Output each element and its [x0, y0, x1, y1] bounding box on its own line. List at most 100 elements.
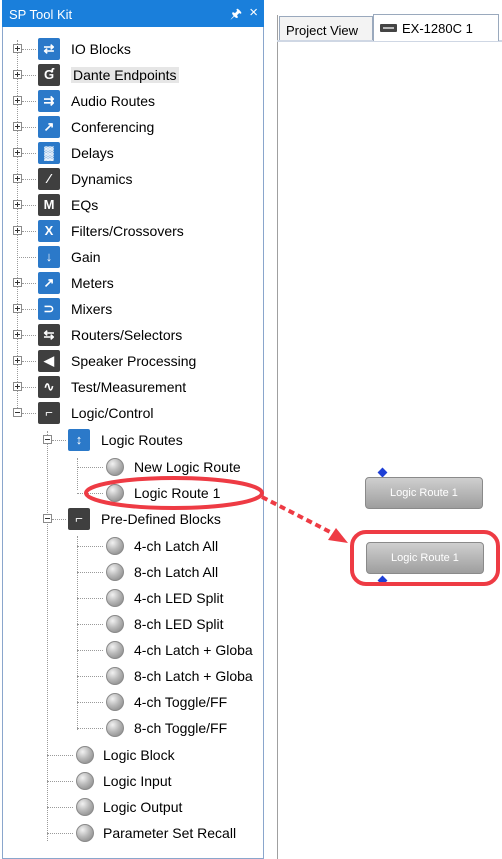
tree-item-label: Gain [71, 249, 101, 265]
tab-ex-1280c-1[interactable]: EX-1280C 1 [373, 14, 499, 41]
tree-item-4ch-latch-global[interactable]: 4-ch Latch + Globa [3, 638, 263, 664]
collapse-toggle[interactable] [43, 514, 52, 523]
expand-toggle[interactable] [13, 304, 22, 313]
tree-item-label: Logic Block [103, 747, 175, 763]
eq-icon: M [38, 194, 60, 216]
tree-item-parameter-set-recall[interactable]: Parameter Set Recall [3, 821, 263, 847]
dynamics-icon: ∕ [38, 168, 60, 190]
expand-toggle[interactable] [13, 382, 22, 391]
tree-item-8ch-latch-all[interactable]: 8-ch Latch All [3, 560, 263, 586]
tree-item-logic-routes[interactable]: ↕ Logic Routes [3, 428, 263, 454]
tree-item-label: 4-ch LED Split [134, 590, 224, 606]
tree-item-pre-defined-blocks[interactable]: ⌐ Pre-Defined Blocks [3, 507, 263, 533]
delays-icon: ▓ [38, 142, 60, 164]
design-canvas[interactable] [277, 15, 502, 859]
tree-item-audio-routes[interactable]: ⇉ Audio Routes [3, 89, 263, 115]
ball-icon [76, 798, 94, 816]
tree-item-label: Routers/Selectors [71, 327, 183, 343]
tree-item-meters[interactable]: ↗ Meters [3, 271, 263, 297]
pre-defined-blocks-icon: ⌐ [68, 508, 90, 530]
close-icon[interactable]: × [249, 4, 258, 21]
tree-item-eqs[interactable]: M EQs [3, 193, 263, 219]
collapse-toggle[interactable] [13, 408, 22, 417]
tree-item-conferencing[interactable]: ↗ Conferencing [3, 115, 263, 141]
tree-item-8ch-latch-global[interactable]: 8-ch Latch + Globa [3, 664, 263, 690]
microphone-icon: ↗ [38, 116, 60, 138]
pin-icon[interactable]: 🖈 [230, 5, 242, 27]
tree-item-logic-input[interactable]: Logic Input [3, 769, 263, 795]
expand-toggle[interactable] [13, 96, 22, 105]
tree-item-dynamics[interactable]: ∕ Dynamics [3, 167, 263, 193]
tree-item-4ch-led-split[interactable]: 4-ch LED Split [3, 586, 263, 612]
tree-item-label: Dynamics [71, 171, 133, 187]
tree-item-new-logic-route[interactable]: New Logic Route [3, 455, 263, 481]
tree-item-label: Parameter Set Recall [103, 825, 237, 841]
expand-toggle[interactable] [13, 122, 22, 131]
sine-wave-icon: ∿ [38, 376, 60, 398]
ball-icon [106, 667, 124, 685]
tree-item-label: 4-ch Latch All [134, 538, 219, 554]
ball-icon [106, 641, 124, 659]
tree-item-gain[interactable]: ↓ Gain [3, 245, 263, 271]
tree-item-label: Delays [71, 145, 114, 161]
tab-strip: Project View EX-1280C 1 [277, 13, 502, 41]
ball-icon [76, 824, 94, 842]
tree-item-label: 8-ch Latch + Globa [134, 668, 253, 684]
tree-item-logic-block[interactable]: Logic Block [3, 743, 263, 769]
speaker-icon: ◀ [38, 350, 60, 372]
ball-icon [76, 746, 94, 764]
tree-item-logic-output[interactable]: Logic Output [3, 795, 263, 821]
tree-item-logic-control[interactable]: ⌐ Logic/Control [3, 401, 263, 427]
dante-endpoints-icon: Ɠ [38, 64, 60, 86]
panel-header-bar: SP Tool Kit 🖈 × [2, 0, 264, 27]
tree-item-label: 4-ch Latch + Globa [134, 642, 253, 658]
expand-toggle[interactable] [13, 226, 22, 235]
tree-item-label: Logic Output [103, 799, 183, 815]
tree-item-label: 4-ch Toggle/FF [134, 694, 228, 710]
tree-item-8ch-toggle-ff[interactable]: 8-ch Toggle/FF [3, 716, 263, 742]
meters-icon: ↗ [38, 272, 60, 294]
expand-toggle[interactable] [13, 200, 22, 209]
tab-project-view[interactable]: Project View [279, 16, 373, 40]
tree-item-label: New Logic Route [134, 459, 241, 475]
gain-icon: ↓ [38, 246, 60, 268]
tree-item-test-measurement[interactable]: ∿ Test/Measurement [3, 375, 263, 401]
ball-icon [106, 537, 124, 555]
filters-icon: X [38, 220, 60, 242]
tree-item-8ch-led-split[interactable]: 8-ch LED Split [3, 612, 263, 638]
collapse-toggle[interactable] [43, 435, 52, 444]
tree-item-label: Test/Measurement [71, 379, 187, 395]
tree-item-label: 8-ch LED Split [134, 616, 224, 632]
tree-item-label: Mixers [71, 301, 113, 317]
expand-toggle[interactable] [13, 330, 22, 339]
tree-item-label: Conferencing [71, 119, 155, 135]
tree-item-delays[interactable]: ▓ Delays [3, 141, 263, 167]
tree-item-label: Logic Routes [101, 432, 183, 448]
tree-item-speaker-processing[interactable]: ◀ Speaker Processing [3, 349, 263, 375]
tree-item-4ch-latch-all[interactable]: 4-ch Latch All [3, 534, 263, 560]
tree-item-logic-route-1[interactable]: Logic Route 1 [3, 481, 263, 507]
expand-toggle[interactable] [13, 148, 22, 157]
panel-title: SP Tool Kit [9, 7, 73, 22]
tree-item-io-blocks[interactable]: ⇄ IO Blocks [3, 37, 263, 63]
expand-toggle[interactable] [13, 278, 22, 287]
tree-item-dante-endpoints[interactable]: Ɠ Dante Endpoints [3, 63, 263, 89]
tree-item-4ch-toggle-ff[interactable]: 4-ch Toggle/FF [3, 690, 263, 716]
tree-item-label: EQs [71, 197, 99, 213]
ball-icon [106, 563, 124, 581]
tree-item-label: IO Blocks [71, 41, 131, 57]
expand-toggle[interactable] [13, 70, 22, 79]
tree-item-routers-selectors[interactable]: ⇆ Routers/Selectors [3, 323, 263, 349]
expand-toggle[interactable] [13, 356, 22, 365]
routers-icon: ⇆ [38, 324, 60, 346]
tree-item-label: Filters/Crossovers [71, 223, 184, 239]
tree-item-filters-crossovers[interactable]: X Filters/Crossovers [3, 219, 263, 245]
tree-item-label: Speaker Processing [71, 353, 197, 369]
expand-toggle[interactable] [13, 174, 22, 183]
expand-toggle[interactable] [13, 44, 22, 53]
ball-icon [106, 589, 124, 607]
logic-route-block[interactable]: Logic Route 1 [365, 477, 483, 509]
toolkit-titlebar: SP Tool Kit 🖈 × [2, 0, 264, 27]
tree-item-mixers[interactable]: ⊃ Mixers [3, 297, 263, 323]
tab-label: EX-1280C 1 [402, 21, 473, 36]
